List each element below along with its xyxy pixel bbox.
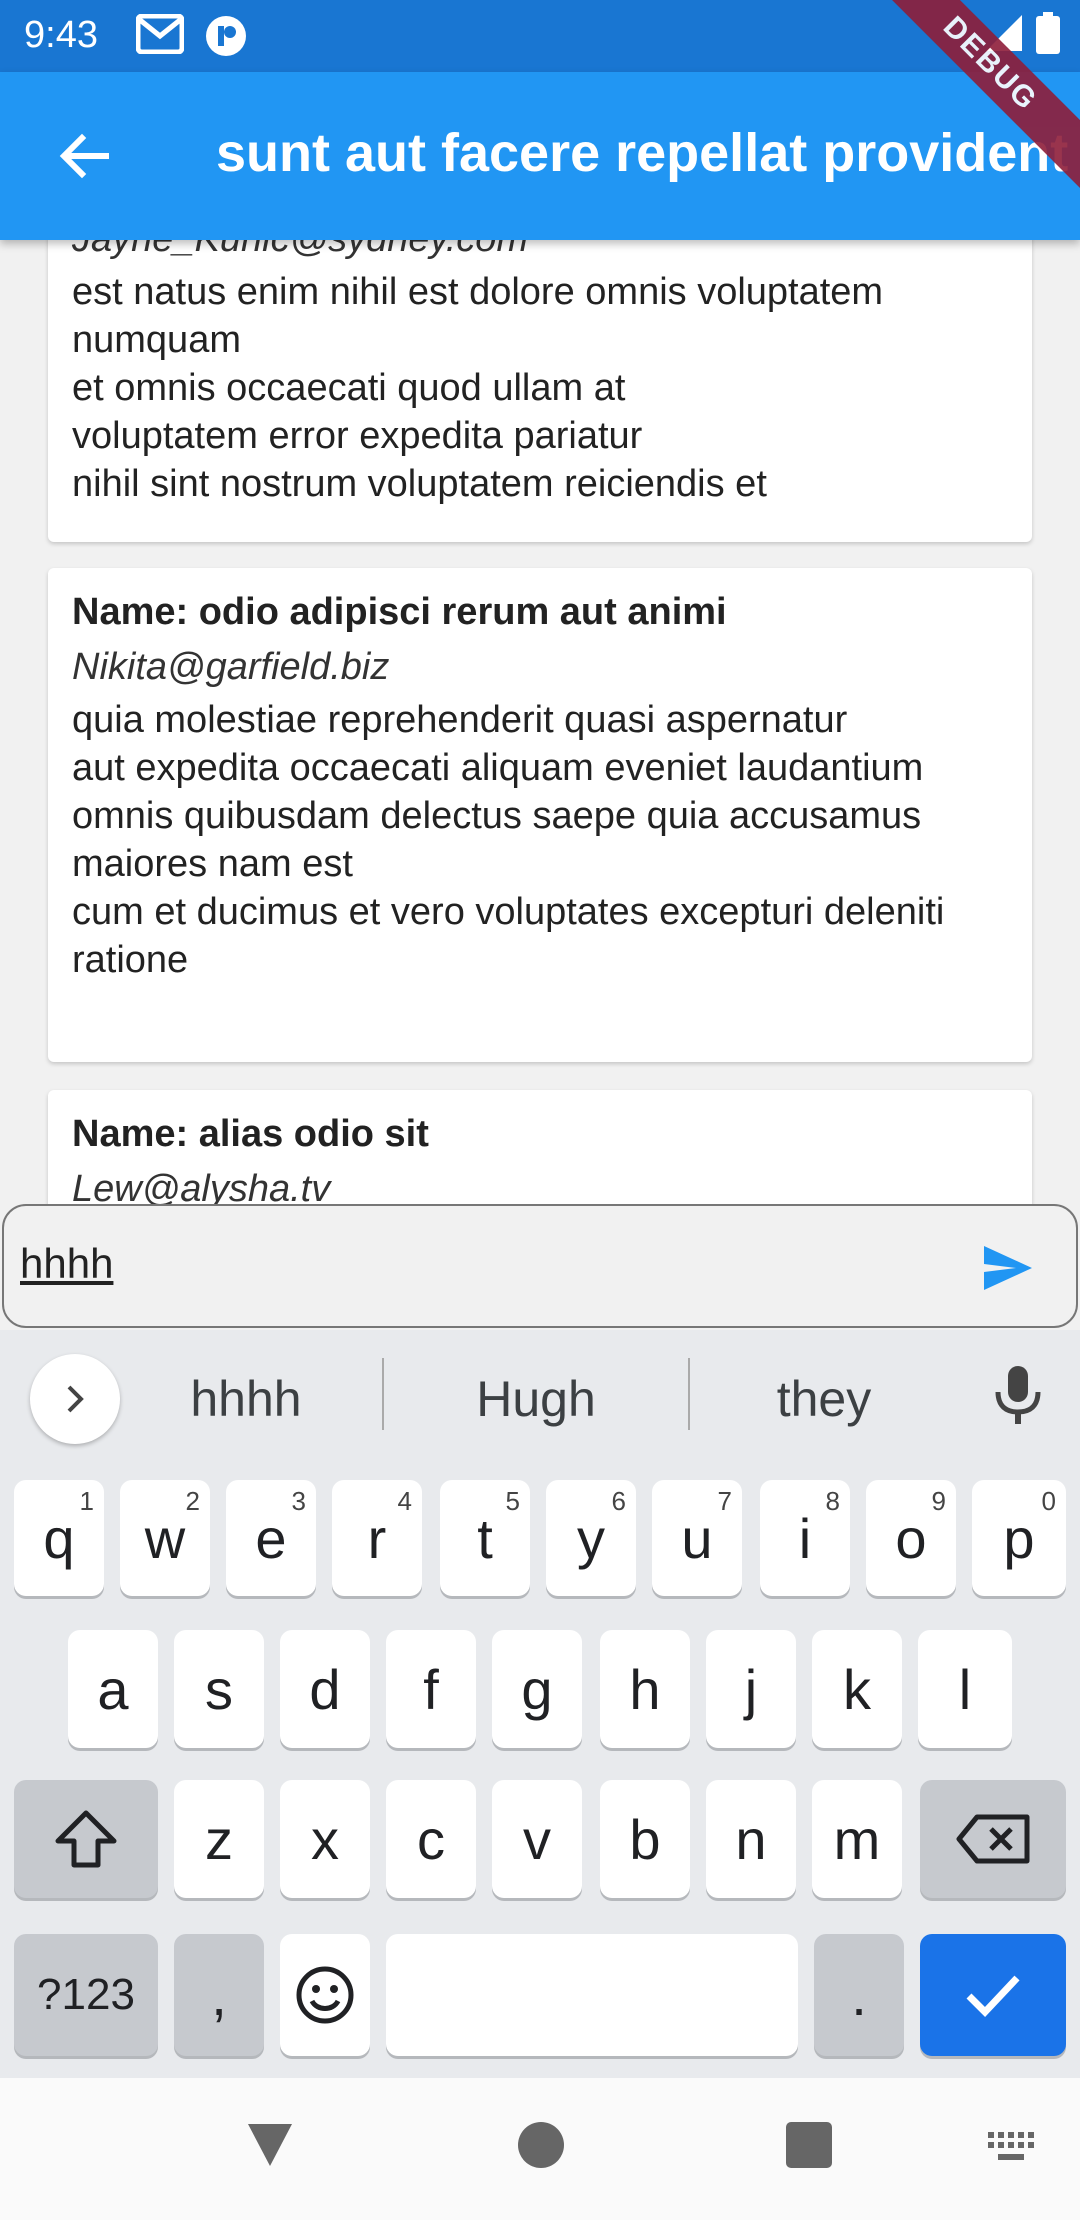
emoji-key[interactable] <box>280 1934 370 2056</box>
shift-key[interactable] <box>14 1780 158 1898</box>
key-z[interactable]: z <box>174 1780 264 1898</box>
suggestion-3[interactable]: they <box>684 1370 964 1428</box>
done-key[interactable] <box>920 1934 1066 2056</box>
key-v[interactable]: v <box>492 1780 582 1898</box>
period-key[interactable]: . <box>814 1934 904 2056</box>
app-bar: sunt aut facere repellat provident <box>0 72 1080 240</box>
microphone-icon[interactable] <box>992 1364 1044 1433</box>
key-x[interactable]: x <box>280 1780 370 1898</box>
key-g[interactable]: g <box>492 1630 582 1748</box>
nav-recents-icon[interactable] <box>786 2122 832 2168</box>
send-button[interactable] <box>980 1240 1036 1296</box>
comment-card: Name: odio adipisci rerum aut animi Niki… <box>48 568 1032 1062</box>
system-nav-bar <box>0 2078 1080 2220</box>
key-t[interactable]: t5 <box>440 1480 530 1596</box>
key-i[interactable]: i8 <box>760 1480 850 1596</box>
comment-email: Lew@alysha.tv <box>72 1168 331 1204</box>
comment-body: est natus enim nihil est dolore omnis vo… <box>72 271 884 505</box>
key-h[interactable]: h <box>600 1630 690 1748</box>
soft-keyboard: hhhh Hugh they q1 w2 e3 r4 t5 y6 u7 i8 o… <box>0 1330 1080 2078</box>
suggestion-bar: hhhh Hugh they <box>0 1330 1080 1466</box>
app-notification-icon <box>204 14 248 63</box>
checkmark-icon <box>966 1975 1020 2018</box>
key-e[interactable]: e3 <box>226 1480 316 1596</box>
key-q[interactable]: q1 <box>14 1480 104 1596</box>
battery-icon <box>1036 12 1060 59</box>
key-l[interactable]: l <box>918 1630 1012 1748</box>
suggestion-divider <box>382 1358 384 1430</box>
space-key[interactable] <box>386 1934 798 2056</box>
key-k[interactable]: k <box>812 1630 902 1748</box>
key-b[interactable]: b <box>600 1780 690 1898</box>
key-n[interactable]: n <box>706 1780 796 1898</box>
key-d[interactable]: d <box>280 1630 370 1748</box>
comma-key[interactable]: , <box>174 1934 264 2056</box>
status-time: 9:43 <box>24 14 98 56</box>
suggestion-1[interactable]: hhhh <box>106 1370 386 1428</box>
gmail-icon <box>135 13 185 59</box>
key-w[interactable]: w2 <box>120 1480 210 1596</box>
suggestion-2[interactable]: Hugh <box>396 1370 676 1428</box>
arrow-back-icon <box>56 128 112 189</box>
comment-email: Jayne_Kuhic@sydney.com <box>72 240 1008 268</box>
nav-back-icon[interactable] <box>246 2122 294 2173</box>
comment-input[interactable]: hhhh <box>2 1204 1078 1328</box>
key-f[interactable]: f <box>386 1630 476 1748</box>
key-r[interactable]: r4 <box>332 1480 422 1596</box>
key-p[interactable]: p0 <box>972 1480 1066 1596</box>
comment-name: Name: alias odio sit <box>72 1113 429 1155</box>
shift-icon <box>55 1810 117 1868</box>
comment-email: Nikita@garfield.biz <box>72 646 390 688</box>
key-j[interactable]: j <box>706 1630 796 1748</box>
comment-body: quia molestiae reprehenderit quasi asper… <box>72 699 945 981</box>
key-c[interactable]: c <box>386 1780 476 1898</box>
comment-list[interactable]: Jayne_Kuhic@sydney.com est natus enim ni… <box>0 240 1080 1204</box>
symbols-key[interactable]: ?123 <box>14 1934 158 2056</box>
key-a[interactable]: a <box>68 1630 158 1748</box>
key-y[interactable]: y6 <box>546 1480 636 1596</box>
key-o[interactable]: o9 <box>866 1480 956 1596</box>
keyboard-switch-icon[interactable] <box>986 2130 1036 2169</box>
backspace-icon <box>956 1814 1030 1864</box>
page-title: sunt aut facere repellat provident <box>216 123 1069 183</box>
key-m[interactable]: m <box>812 1780 902 1898</box>
comment-name: Name: odio adipisci rerum aut animi <box>72 591 727 633</box>
chevron-right-icon <box>67 1385 84 1413</box>
comment-card: Jayne_Kuhic@sydney.com est natus enim ni… <box>48 240 1032 542</box>
key-s[interactable]: s <box>174 1630 264 1748</box>
send-icon <box>984 1246 1032 1290</box>
comment-card: Name: alias odio sit Lew@alysha.tv <box>48 1090 1032 1204</box>
key-u[interactable]: u7 <box>652 1480 742 1596</box>
back-button[interactable] <box>48 122 120 194</box>
backspace-key[interactable] <box>920 1780 1066 1898</box>
comment-input-text[interactable]: hhhh <box>20 1240 113 1288</box>
nav-home-icon[interactable] <box>518 2122 564 2168</box>
emoji-icon <box>296 1966 354 2024</box>
